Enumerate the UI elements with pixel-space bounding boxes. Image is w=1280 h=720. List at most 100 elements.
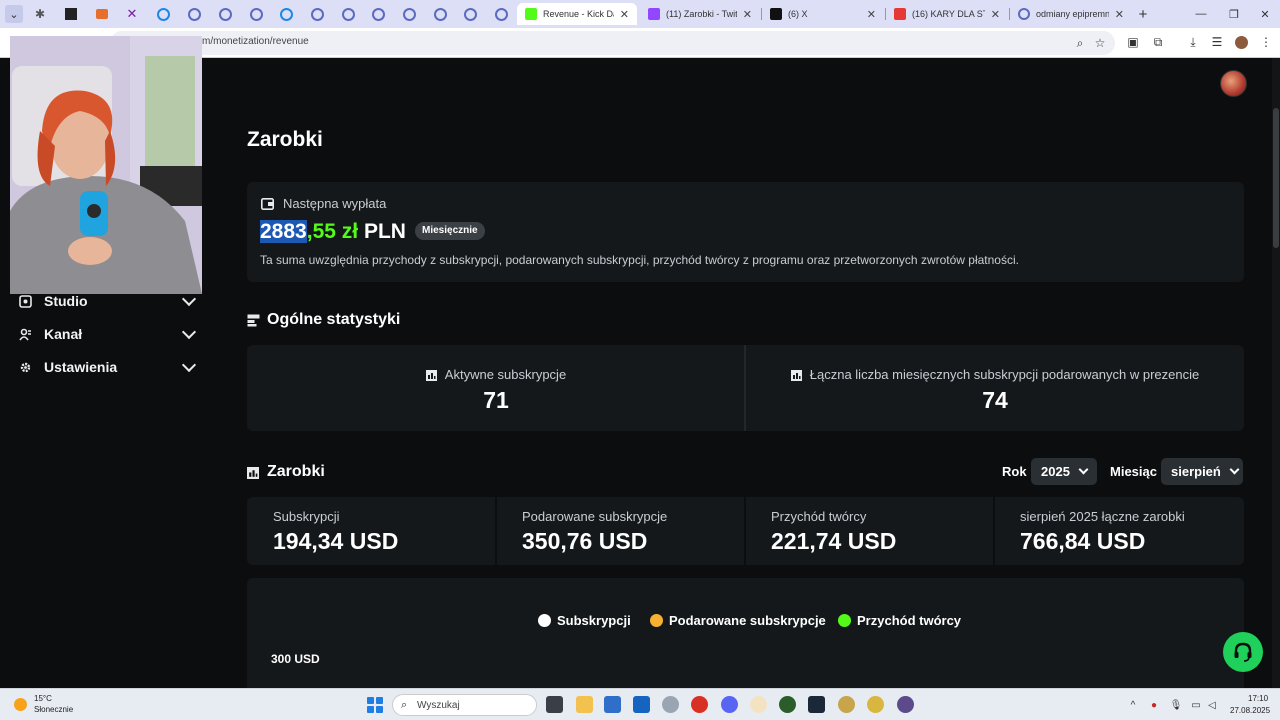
store-icon[interactable] (604, 696, 621, 713)
pinned-tab-5[interactable] (149, 4, 177, 24)
pinned-tab-15[interactable] (456, 4, 484, 24)
menu-icon[interactable]: ⋮ (1258, 34, 1274, 50)
weather-description[interactable]: Słonecznie (34, 705, 73, 714)
pinned-tab-11[interactable] (334, 4, 362, 24)
league-icon[interactable] (838, 696, 855, 713)
close-icon[interactable]: ✕ (991, 8, 1000, 21)
twitch-icon (648, 8, 660, 20)
pinned-tab-2[interactable] (57, 4, 85, 24)
earnings-value: 350,76 USD (522, 528, 648, 554)
pinned-tab-1[interactable]: ✱ (26, 4, 54, 24)
general-stats-heading: Ogólne statystyki (247, 311, 400, 329)
google-icon (1018, 8, 1030, 20)
sidebar-item-label: Studio (44, 293, 88, 309)
profile-icon[interactable] (1233, 34, 1249, 50)
stats-icon (247, 314, 260, 327)
legend-label: Subskrypcji (557, 613, 631, 628)
pinned-tab-4[interactable]: ✕ (118, 4, 146, 24)
game-icon[interactable] (867, 696, 884, 713)
settings-icon (18, 360, 32, 374)
month-select[interactable]: sierpień (1161, 458, 1243, 485)
close-icon[interactable]: ✕ (743, 8, 752, 21)
close-icon[interactable]: ✕ (867, 8, 876, 21)
sidebar-item-label: Kanał (44, 326, 83, 342)
tab-youtube[interactable]: (16) KARY DLA STREA ✕ (886, 3, 1008, 25)
support-chat-button[interactable] (1223, 632, 1263, 672)
obs-icon[interactable] (779, 696, 796, 713)
legend-item-gifted-subscriptions[interactable]: Podarowane subskrypcje (650, 613, 826, 628)
window-close-icon[interactable]: ✕ (1256, 5, 1274, 23)
task-view-icon[interactable] (546, 696, 563, 713)
clock-time[interactable]: 17:10 (1248, 694, 1268, 703)
pinned-tab-9[interactable] (272, 4, 300, 24)
stat-label: Łączna liczba miesięcznych subskrypcji p… (746, 367, 1244, 382)
close-icon[interactable]: ✕ (620, 8, 629, 21)
settings-app-icon[interactable] (662, 696, 679, 713)
extensions-icon[interactable]: ⧉ (1150, 34, 1166, 50)
sidebar-item-studio[interactable]: Studio (18, 290, 198, 312)
pinned-tab-10[interactable] (303, 4, 331, 24)
pinned-tab-3[interactable] (88, 4, 116, 24)
bookmark-star-icon[interactable]: ☆ (1092, 35, 1108, 51)
pinned-tab-14[interactable] (426, 4, 454, 24)
year-label: Rok (1002, 464, 1027, 479)
minimize-icon[interactable]: — (1192, 5, 1210, 23)
earnings-total: sierpień 2025 łączne zarobki 766,84 USD (994, 497, 1242, 565)
chrome-icon[interactable] (691, 696, 708, 713)
sidebar-item-channel[interactable]: Kanał (18, 323, 198, 345)
zoom-icon[interactable]: ⌕ (1072, 35, 1088, 51)
scrollbar-thumb[interactable] (1273, 108, 1279, 248)
channel-icon (18, 327, 32, 341)
pinned-tab-8[interactable] (242, 4, 270, 24)
close-icon[interactable]: ✕ (1115, 8, 1124, 21)
earnings-chart-card: Subskrypcji Podarowane subskrypcje Przyc… (247, 578, 1244, 698)
sun-icon[interactable] (14, 698, 27, 711)
payout-amount-rest: 55 zł (312, 220, 359, 243)
tab-twitch[interactable]: (11) Zarobki - Twitch ✕ (640, 3, 760, 25)
avatar[interactable] (1220, 70, 1247, 97)
tab-search-dropdown-icon[interactable]: ⌄ (5, 5, 23, 23)
start-button[interactable] (367, 697, 383, 713)
sidebar-item-settings[interactable]: Ustawienia (18, 356, 198, 378)
file-explorer-icon[interactable] (576, 696, 593, 713)
clock-date[interactable]: 27.08.2025 (1230, 706, 1270, 715)
payout-label: Następna wypłata (283, 196, 387, 211)
new-tab-button[interactable]: + (1134, 5, 1152, 23)
network-icon[interactable]: ▭ (1190, 699, 1202, 711)
pinned-tab-13[interactable] (395, 4, 423, 24)
reading-list-icon[interactable]: ☰ (1209, 34, 1225, 50)
tab-kick-revenue[interactable]: Revenue - Kick Dashb ✕ (517, 3, 637, 25)
chevron-up-icon[interactable]: ^ (1127, 699, 1139, 711)
taskbar-search[interactable]: ⌕ Wyszukaj (392, 694, 537, 716)
legend-item-subscriptions[interactable]: Subskrypcji (538, 613, 631, 628)
app-icon[interactable] (897, 696, 914, 713)
screenshot-icon[interactable]: ▣ (1125, 34, 1141, 50)
pinned-tab-16[interactable] (487, 4, 515, 24)
app-icon[interactable] (750, 696, 767, 713)
chevron-down-icon (181, 324, 197, 339)
pinned-tab-6[interactable] (180, 4, 208, 24)
url-text[interactable]: m/monetization/revenue (202, 36, 309, 47)
chevron-down-icon (181, 357, 197, 372)
outlook-icon[interactable] (633, 696, 650, 713)
weather-temperature[interactable]: 15°C (34, 694, 52, 703)
legend-dot (838, 614, 851, 627)
restore-icon[interactable]: ❐ (1225, 5, 1243, 23)
pinned-tab-12[interactable] (364, 4, 392, 24)
stat-label-text: Łączna liczba miesięcznych subskrypcji p… (809, 367, 1200, 382)
security-icon[interactable]: ● (1148, 699, 1160, 711)
tab-google-search[interactable]: odmiany epipremnum ✕ (1010, 3, 1132, 25)
microphone-icon[interactable]: 🎙 (1170, 699, 1183, 711)
volume-icon[interactable]: ◁ (1206, 699, 1218, 711)
steam-icon[interactable] (808, 696, 825, 713)
stat-active-subscriptions: Aktywne subskrypcje 71 (247, 345, 745, 431)
legend-item-creator-revenue[interactable]: Przychód twórcy (838, 613, 961, 628)
address-bar[interactable]: m/monetization/revenue ⌕ ☆ (110, 31, 1115, 55)
windows-taskbar: 15°C Słonecznie ⌕ Wyszukaj ^ ● 🎙 ▭ ◁ 17:… (0, 688, 1280, 720)
discord-icon[interactable] (721, 696, 738, 713)
pinned-tab-7[interactable] (211, 4, 239, 24)
tab-x[interactable]: (6) X ✕ (762, 3, 884, 25)
download-icon[interactable]: ⤓ (1185, 34, 1201, 50)
next-payout-card: Następna wypłata 2883,55 zł PLN Miesięcz… (247, 182, 1244, 282)
year-select[interactable]: 2025 (1031, 458, 1097, 485)
